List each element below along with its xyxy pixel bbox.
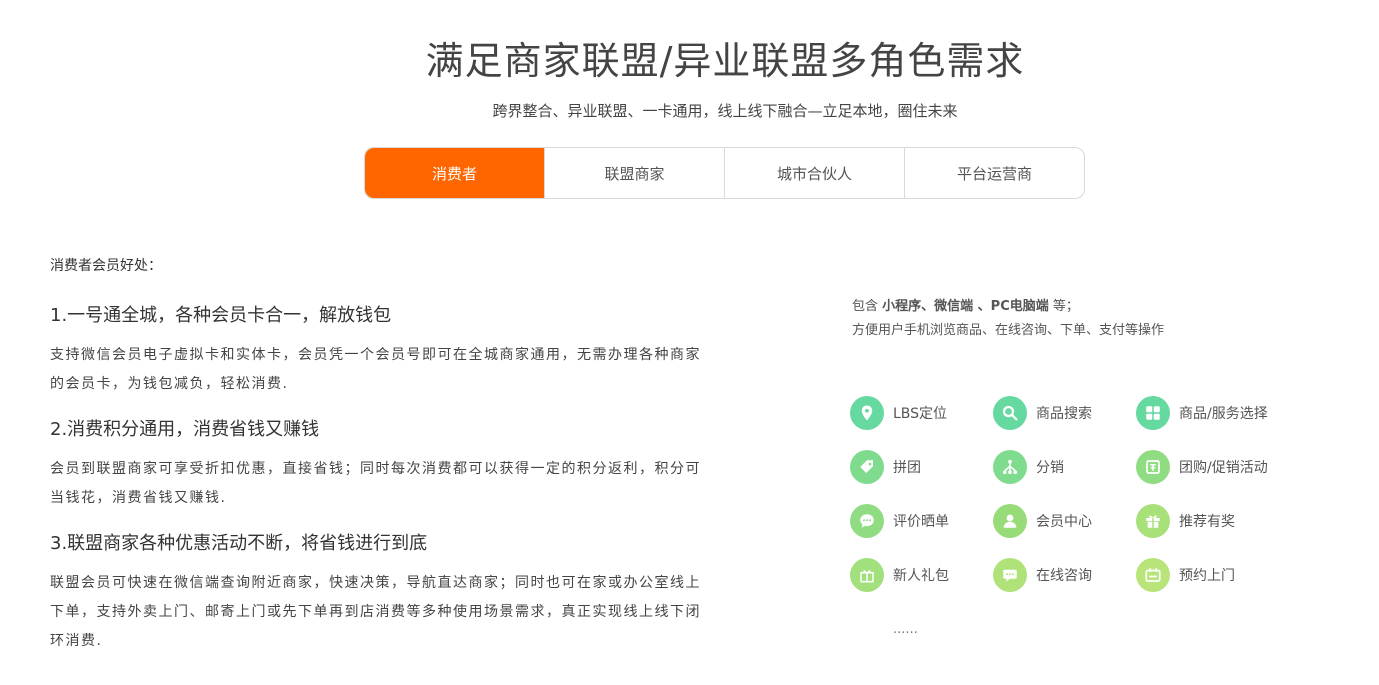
platforms-line: 包含 小程序、微信端 、PC电脑端 等； [852, 295, 1352, 319]
feature-item: LBS定位 [850, 396, 993, 430]
calendar-icon [1136, 558, 1170, 592]
platforms-prefix: 包含 [852, 299, 879, 314]
tab-merchant[interactable]: 联盟商家 [544, 148, 724, 198]
feature-label: 在线咨询 [1036, 568, 1092, 584]
feature-item: 会员中心 [993, 504, 1136, 538]
page-subtitle: 跨界整合、异业联盟、一卡通用，线上线下融合—立足本地，圈住未来 [492, 102, 958, 120]
feature-label: 商品/服务选择 [1179, 406, 1268, 422]
feature-item: 推荐有奖 [1136, 504, 1296, 538]
feature-item: 新人礼包 [850, 558, 993, 592]
feature-label: 会员中心 [1036, 514, 1092, 530]
feature-item: 评价晒单 [850, 504, 993, 538]
feature-item: 拼团 [850, 450, 993, 484]
feature-item: 预约上门 [1136, 558, 1296, 592]
tab-consumer[interactable]: 消费者 [365, 148, 544, 198]
share-tree-icon [993, 450, 1027, 484]
group-buy-icon [1136, 450, 1170, 484]
benefit-title: 1.一号通全城，各种会员卡合一，解放钱包 [50, 305, 392, 326]
benefits-intro: 消费者会员好处： [50, 258, 162, 274]
benefit-description: 联盟会员可快速在微信端查询附近商家，快速决策，导航直达商家；同时也可在家或办公室… [50, 575, 701, 649]
feature-label: 拼团 [893, 460, 921, 476]
benefit-title: 2.消费积分通用，消费省钱又赚钱 [50, 419, 320, 440]
benefit-description: 会员到联盟商家可享受折扣优惠，直接省钱；同时每次消费都可以获得一定的积分返利，积… [50, 461, 701, 506]
feature-label: 新人礼包 [893, 568, 949, 584]
feature-label: 评价晒单 [893, 514, 949, 530]
feature-item: 在线咨询 [993, 558, 1136, 592]
feature-label: 预约上门 [1179, 568, 1235, 584]
more-ellipsis: ...... [893, 622, 918, 637]
benefit-title: 3.联盟商家各种优惠活动不断，将省钱进行到底 [50, 533, 428, 554]
page-title: 满足商家联盟/异业联盟多角色需求 [425, 39, 1025, 83]
role-tabs: 消费者 联盟商家 城市合伙人 平台运营商 [364, 147, 1085, 199]
feature-grid: LBS定位 商品搜索 商品/服务选择 拼团 分销 团购/促销活动 评价晒单 会员… [850, 396, 1330, 592]
search-icon [993, 396, 1027, 430]
feature-item: 团购/促销活动 [1136, 450, 1296, 484]
location-pin-icon [850, 396, 884, 430]
feature-label: 分销 [1036, 460, 1064, 476]
chat-bubble-icon [850, 504, 884, 538]
tag-icon [850, 450, 884, 484]
feature-item: 分销 [993, 450, 1136, 484]
gift-icon [1136, 504, 1170, 538]
feature-label: LBS定位 [893, 406, 948, 422]
message-icon [993, 558, 1027, 592]
platforms-description: 方便用户手机浏览商品、在线咨询、下单、支付等操作 [852, 323, 1165, 338]
feature-label: 团购/促销活动 [1179, 460, 1268, 476]
feature-label: 商品搜索 [1036, 406, 1092, 422]
tab-platform-operator[interactable]: 平台运营商 [904, 148, 1084, 198]
feature-label: 推荐有奖 [1179, 514, 1235, 530]
user-icon [993, 504, 1027, 538]
benefit-description: 支持微信会员电子虚拟卡和实体卡，会员凭一个会员号即可在全城商家通用，无需办理各种… [50, 347, 701, 392]
tab-city-partner[interactable]: 城市合伙人 [724, 148, 904, 198]
platforms-suffix: 等； [1052, 299, 1079, 314]
grid-icon [1136, 396, 1170, 430]
feature-item: 商品搜索 [993, 396, 1136, 430]
benefits-panel: 消费者会员好处： 1.一号通全城，各种会员卡合一，解放钱包 支持微信会员电子虚拟… [50, 255, 710, 672]
feature-item: 商品/服务选择 [1136, 396, 1296, 430]
gift-box-icon [850, 558, 884, 592]
platforms-info: 包含 小程序、微信端 、PC电脑端 等； 方便用户手机浏览商品、在线咨询、下单、… [852, 295, 1352, 343]
platforms-list: 小程序、微信端 、PC电脑端 [882, 299, 1049, 314]
